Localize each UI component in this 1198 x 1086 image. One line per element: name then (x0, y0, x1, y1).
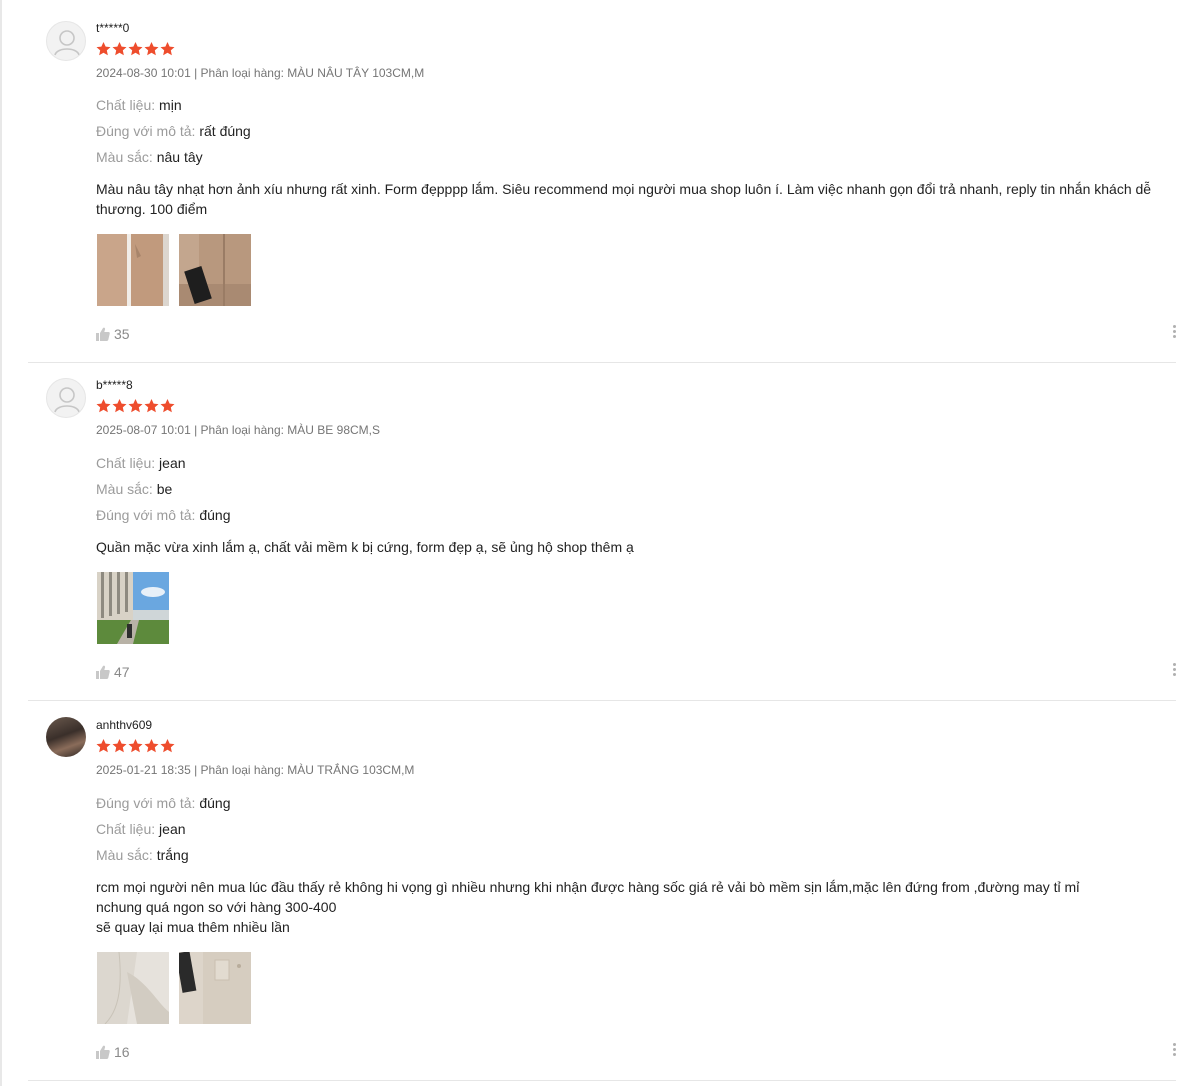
attr-key: Chất liệu: (96, 97, 156, 113)
review-item: t*****0 2024-08-30 10:01 | Phân loại hàn… (28, 0, 1176, 362)
attr-row: Chất liệu: jean (96, 455, 186, 471)
review-meta: 2024-08-30 10:01 | Phân loại hàng: MÀU N… (96, 66, 425, 80)
attr-key: Đúng với mô tả: (96, 123, 196, 139)
attr-row: Đúng với mô tả: rất đúng (96, 123, 251, 139)
variant-value: MÀU TRẮNG 103CM,M (287, 763, 415, 777)
attr-key: Chất liệu: (96, 821, 156, 837)
star-icon (144, 739, 159, 753)
review-date: 2025-08-07 10:01 (96, 423, 191, 437)
variant-prefix: Phân loại hàng: (200, 66, 284, 80)
user-placeholder-icon (54, 387, 80, 413)
review-item: anhthv609 2025-01-21 18:35 | Phân loại h… (28, 701, 1176, 1080)
variant-value: MÀU NÂU TÂY 103CM,M (287, 66, 425, 80)
attr-row: Chất liệu: jean (96, 821, 186, 837)
star-icon (112, 399, 127, 413)
star-icon (160, 399, 175, 413)
attr-value: be (156, 481, 173, 497)
star-icon (128, 739, 143, 753)
review-date: 2024-08-30 10:01 (96, 66, 191, 80)
attr-row: Chất liệu: mịn (96, 97, 182, 113)
attr-key: Màu sắc: (96, 481, 153, 497)
like-button[interactable]: 47 (96, 664, 130, 680)
review-text-line: Quần mặc vừa xinh lắm ạ, chất vải mềm k … (96, 539, 634, 555)
reviewer-username: b*****8 (96, 378, 133, 392)
like-count: 16 (114, 1044, 130, 1060)
review-divider (28, 1080, 1176, 1081)
more-options-icon[interactable] (1170, 325, 1178, 341)
like-count: 47 (114, 664, 130, 680)
avatar[interactable] (46, 21, 86, 61)
attr-value: mịn (159, 97, 182, 113)
thumbs-up-icon (96, 327, 110, 341)
thumbs-up-icon (96, 665, 110, 679)
star-icon (96, 42, 111, 56)
variant-prefix: Phân loại hàng: (200, 423, 284, 437)
attr-key: Đúng với mô tả: (96, 795, 196, 811)
attr-key: Màu sắc: (96, 149, 153, 165)
review-item: b*****8 2025-08-07 10:01 | Phân loại hàn… (28, 363, 1176, 700)
star-icon (160, 739, 175, 753)
review-text: Màu nâu tây nhạt hơn ảnh xíu nhưng rất x… (96, 179, 1166, 219)
attr-key: Đúng với mô tả: (96, 507, 196, 523)
avatar[interactable] (46, 378, 86, 418)
user-placeholder-icon (54, 30, 80, 56)
star-icon (160, 42, 175, 56)
review-text-line: sẽ quay lại mua thêm nhiều lần (96, 919, 290, 935)
star-icon (144, 399, 159, 413)
star-icon (128, 42, 143, 56)
variant-prefix: Phân loại hàng: (200, 763, 284, 777)
review-text: rcm mọi người nên mua lúc đầu thấy rẻ kh… (96, 877, 1166, 937)
attr-value: nâu tây (156, 149, 203, 165)
review-photo[interactable] (97, 234, 169, 306)
attr-key: Màu sắc: (96, 847, 153, 863)
review-meta: 2025-01-21 18:35 | Phân loại hàng: MÀU T… (96, 763, 415, 777)
page-left-border (0, 0, 2, 1086)
reviewer-username: t*****0 (96, 21, 130, 35)
thumbs-up-icon (96, 1045, 110, 1059)
review-text-line: Màu nâu tây nhạt hơn ảnh xíu nhưng rất x… (96, 181, 1152, 197)
variant-value: MÀU BE 98CM,S (287, 423, 380, 437)
star-icon (96, 399, 111, 413)
review-text-line: thương. 100 điểm (96, 201, 208, 217)
attr-value: đúng (199, 507, 231, 523)
like-count: 35 (114, 326, 130, 342)
attr-row: Đúng với mô tả: đúng (96, 795, 231, 811)
attr-value: jean (159, 455, 186, 471)
star-icon (112, 739, 127, 753)
attr-value: rất đúng (199, 123, 251, 139)
attr-row: Màu sắc: be (96, 481, 172, 497)
star-icon (112, 42, 127, 56)
star-rating (96, 399, 175, 413)
attr-value: trắng (156, 847, 189, 863)
reviewer-username: anhthv609 (96, 718, 153, 732)
review-meta: 2025-08-07 10:01 | Phân loại hàng: MÀU B… (96, 423, 380, 437)
review-photo[interactable] (97, 572, 169, 644)
more-options-icon[interactable] (1170, 1043, 1178, 1059)
attr-key: Chất liệu: (96, 455, 156, 471)
avatar[interactable] (46, 717, 86, 757)
review-photo[interactable] (179, 234, 251, 306)
star-icon (128, 399, 143, 413)
like-button[interactable]: 16 (96, 1044, 130, 1060)
review-photo[interactable] (179, 952, 251, 1024)
star-icon (96, 739, 111, 753)
attr-row: Đúng với mô tả: đúng (96, 507, 231, 523)
more-options-icon[interactable] (1170, 663, 1178, 679)
star-icon (144, 42, 159, 56)
star-rating (96, 42, 175, 56)
star-rating (96, 739, 175, 753)
review-text-line: rcm mọi người nên mua lúc đầu thấy rẻ kh… (96, 879, 1080, 895)
like-button[interactable]: 35 (96, 326, 130, 342)
review-photo[interactable] (97, 952, 169, 1024)
attr-row: Màu sắc: trắng (96, 847, 189, 863)
attr-value: đúng (199, 795, 231, 811)
review-text: Quần mặc vừa xinh lắm ạ, chất vải mềm k … (96, 537, 1166, 557)
attr-row: Màu sắc: nâu tây (96, 149, 203, 165)
attr-value: jean (159, 821, 186, 837)
review-date: 2025-01-21 18:35 (96, 763, 191, 777)
review-text-line: nchung quá ngon so với hàng 300-400 (96, 899, 337, 915)
